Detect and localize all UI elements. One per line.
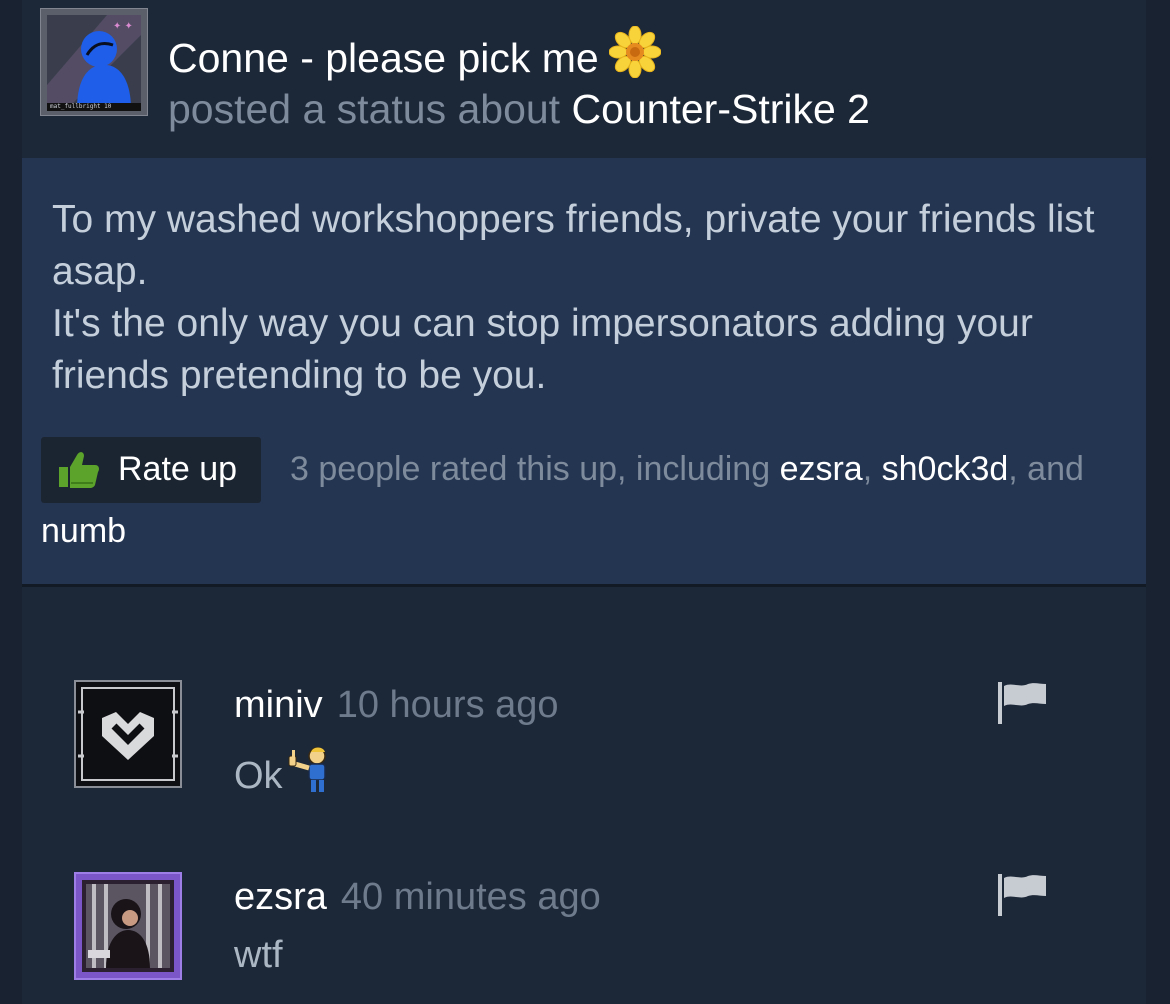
divider: [22, 584, 1146, 587]
post-author-name[interactable]: Conne - please pick me: [168, 35, 599, 81]
comment-text: wtf: [234, 934, 283, 976]
rate-up-label: Rate up: [118, 450, 238, 488]
comment-avatar[interactable]: [74, 872, 182, 980]
post-action-text: posted a status about: [168, 86, 561, 132]
comment-author[interactable]: ezsra: [234, 876, 327, 918]
comment-time: 40 minutes ago: [340, 876, 601, 918]
game-link[interactable]: Counter-Strike 2: [571, 86, 870, 132]
sunflower-icon: [608, 25, 662, 88]
rate-prefix: 3 people rated this up, including: [290, 450, 771, 488]
avatar-image: ✦ ✦: [47, 15, 141, 109]
report-flag-icon[interactable]: [998, 874, 1048, 921]
comment-header: miniv 10 hours ago: [234, 684, 559, 727]
rater-link[interactable]: ezsra: [780, 450, 863, 488]
rate-summary: 3 people rated this up, including ezsra,…: [290, 450, 1084, 489]
rate-separator: ,: [862, 450, 873, 488]
comment-time: 10 hours ago: [336, 684, 559, 726]
svg-text:✦ ✦: ✦ ✦: [113, 21, 133, 32]
rate-up-button[interactable]: Rate up: [41, 437, 261, 503]
comment-author[interactable]: miniv: [234, 684, 323, 726]
thumbs-up-icon: [57, 449, 101, 498]
report-flag-icon[interactable]: [998, 682, 1048, 729]
comment-body: Ok: [234, 746, 335, 804]
author-avatar[interactable]: ✦ ✦ mat_fullbright 10: [40, 8, 148, 116]
thumbs-up-vaultboy-icon: [283, 746, 335, 804]
comment-avatar[interactable]: [74, 680, 182, 788]
rater-link[interactable]: numb: [41, 512, 126, 551]
post-author-line: Conne - please pick me: [168, 25, 662, 88]
comment-text: Ok: [234, 755, 283, 797]
rate-and: , and: [1008, 450, 1084, 488]
status-box: To my washed workshoppers friends, priva…: [22, 158, 1146, 584]
post-subtitle: posted a status about Counter-Strike 2: [168, 86, 870, 133]
comment-header: ezsra 40 minutes ago: [234, 876, 601, 919]
rater-link[interactable]: sh0ck3d: [882, 450, 1009, 488]
status-text: To my washed workshoppers friends, priva…: [52, 198, 1095, 397]
avatar-caption: mat_fullbright 10: [47, 103, 141, 111]
